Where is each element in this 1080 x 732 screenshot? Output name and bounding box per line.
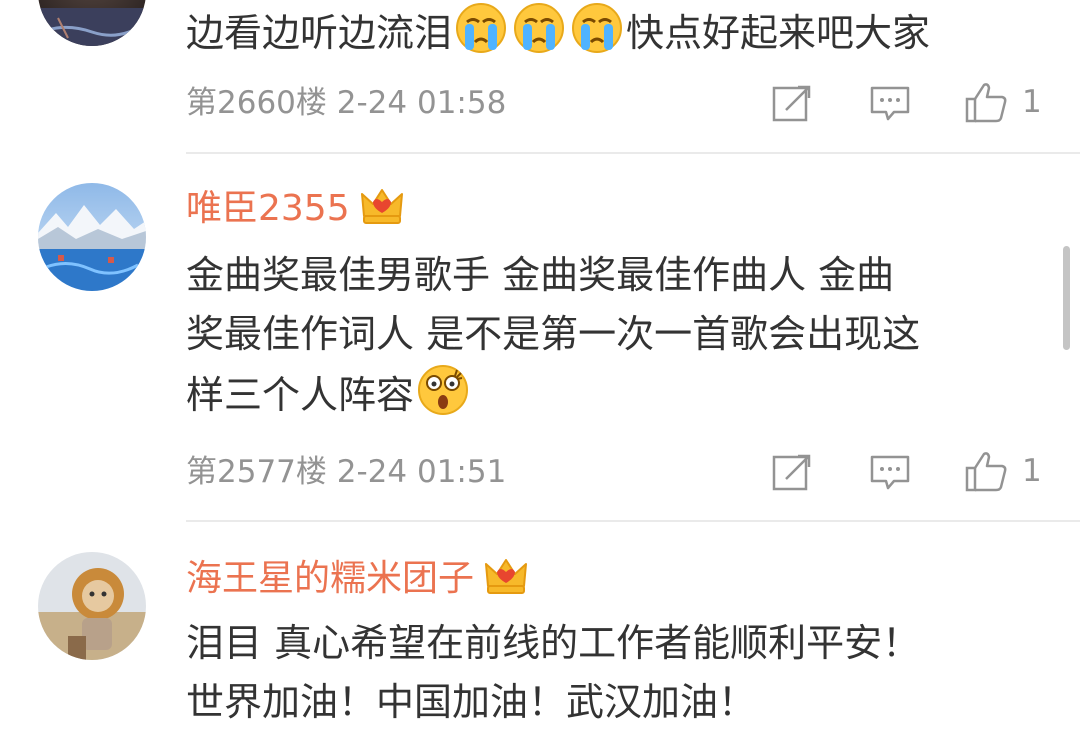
crying-emoji-icon — [513, 2, 565, 71]
floor-number: 第2660楼 — [186, 85, 327, 121]
comment-meta: 第2577楼 2-24 01:51 — [186, 452, 506, 492]
avatar[interactable] — [38, 0, 146, 46]
floor-number: 第2577楼 — [186, 454, 327, 490]
comment-button[interactable] — [870, 86, 910, 122]
divider — [186, 152, 1080, 154]
comment-text-line: 世界加油！中国加油！武汉加油！ — [186, 680, 757, 724]
username-text: 唯臣2355 — [186, 188, 350, 229]
crying-emoji-icon — [571, 2, 623, 71]
timestamp: 2-24 01:58 — [336, 85, 507, 121]
username[interactable]: 唯臣2355 — [186, 186, 404, 237]
like-count: 1 — [1022, 84, 1042, 120]
comment-text-line: 样三个人阵容 — [186, 364, 1056, 433]
comment-text-line: 金曲奖最佳男歌手 金曲奖最佳作曲人 金曲 — [186, 253, 895, 297]
repost-button[interactable] — [772, 453, 812, 491]
thumbs-up-icon — [965, 83, 1007, 123]
avatar[interactable] — [38, 552, 146, 660]
scrollbar[interactable] — [1063, 246, 1070, 350]
crown-icon — [360, 186, 404, 237]
comment-text-part: 边看边听边流泪 — [186, 11, 453, 55]
crown-icon — [484, 556, 528, 607]
avatar[interactable] — [38, 183, 146, 291]
username[interactable]: 海王星的糯米团子 — [186, 556, 528, 607]
avatar-image — [38, 8, 146, 46]
comment-meta: 第2660楼 2-24 01:58 — [186, 83, 506, 123]
thumbs-up-icon — [965, 452, 1007, 492]
avatar-image — [38, 552, 146, 660]
comment-text: 边看边听边流泪 快点好起来吧大家 — [186, 2, 1056, 71]
like-count: 1 — [1022, 453, 1042, 489]
repost-icon — [772, 85, 811, 122]
comment-icon — [870, 86, 910, 121]
repost-icon — [772, 454, 811, 491]
crying-emoji-icon — [455, 2, 507, 71]
avatar-image — [38, 183, 146, 291]
comment-text-part: 样三个人阵容 — [186, 373, 415, 417]
comment-text-line: 泪目 真心希望在前线的工作者能顺利平安！ — [186, 621, 921, 665]
repost-button[interactable] — [772, 84, 812, 122]
comment-text-line: 奖最佳作词人 是不是第一次一首歌会出现这 — [186, 312, 921, 356]
divider — [186, 520, 1080, 522]
like-button[interactable]: 1 — [964, 450, 1042, 492]
comment-text: 泪目 真心希望在前线的工作者能顺利平安！ 世界加油！中国加油！武汉加油！ — [186, 614, 1056, 732]
comment-icon — [870, 455, 910, 490]
shocked-emoji-icon — [417, 364, 469, 433]
comment-text-part: 快点好起来吧大家 — [626, 11, 931, 55]
username-text: 海王星的糯米团子 — [186, 558, 475, 599]
timestamp: 2-24 01:51 — [336, 454, 507, 490]
comment-text: 金曲奖最佳男歌手 金曲奖最佳作曲人 金曲 奖最佳作词人 是不是第一次一首歌会出现… — [186, 246, 1056, 433]
like-button[interactable]: 1 — [964, 81, 1042, 123]
comment-button[interactable] — [870, 455, 910, 491]
